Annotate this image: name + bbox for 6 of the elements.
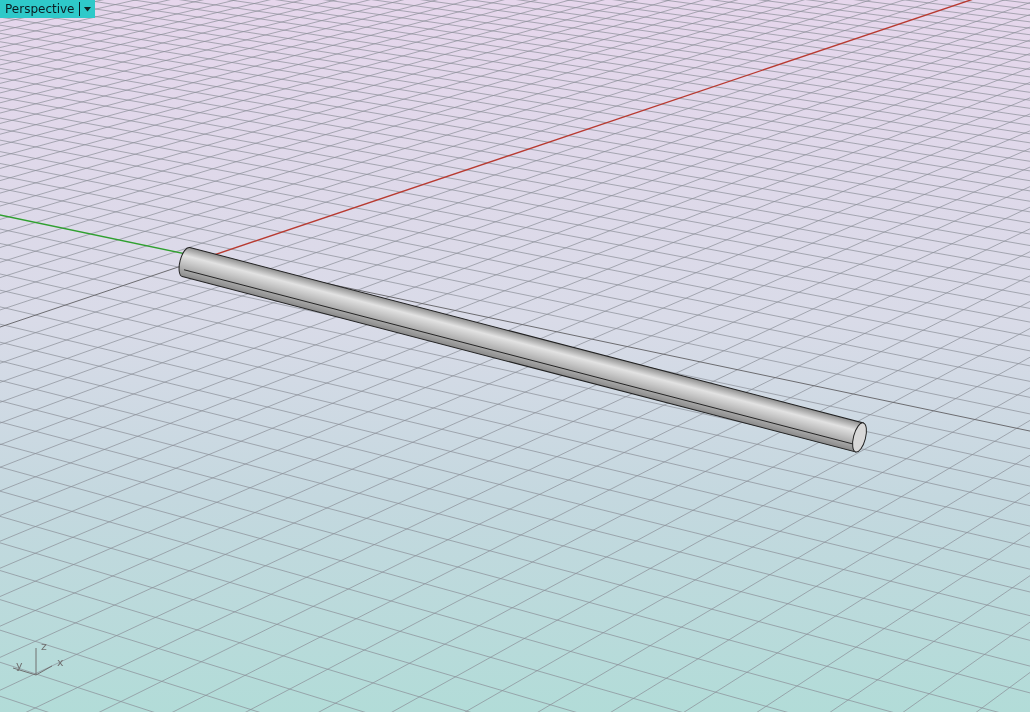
axis-label: z [41, 640, 47, 653]
dropdown-caret-icon[interactable] [83, 6, 91, 12]
viewport-title[interactable]: Perspective [5, 2, 75, 16]
axis-label: x [57, 656, 64, 669]
axis-label: y [16, 659, 23, 672]
viewport-tab[interactable]: Perspective [0, 0, 95, 18]
